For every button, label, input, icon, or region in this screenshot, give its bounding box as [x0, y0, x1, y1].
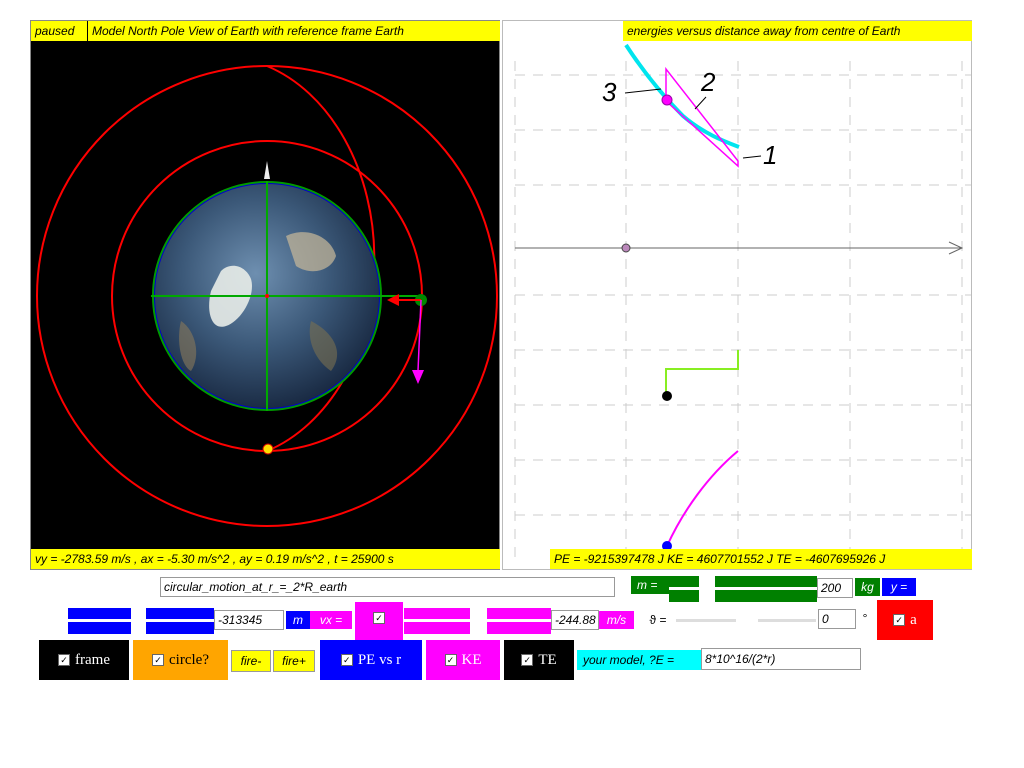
circle-toggle-label: circle? — [169, 651, 209, 668]
energy-graph-panel[interactable]: 1 2 3 — [502, 20, 972, 570]
annotation-3: 3 — [602, 77, 617, 107]
status-label: paused — [31, 21, 87, 41]
velocity-vector — [417, 299, 422, 372]
a-toggle[interactable]: ✓ a — [877, 600, 933, 640]
annotation-1: 1 — [763, 140, 777, 170]
te-toggle-label: TE — [538, 651, 557, 668]
vx-value-field[interactable]: -244.88 — [551, 610, 599, 630]
theta-slider-left[interactable] — [676, 619, 736, 622]
earth-view-canvas[interactable] — [31, 21, 499, 569]
vx-slider[interactable] — [487, 608, 551, 634]
left-panel-title: Model North Pole View of Earth with refe… — [88, 21, 500, 41]
grid-lines — [514, 61, 971, 561]
circle-checkbox[interactable]: ✓ — [152, 654, 165, 666]
mass-slider-left[interactable] — [669, 576, 699, 602]
y-unit: m — [286, 611, 310, 629]
right-panel-title: energies versus distance away from centr… — [623, 21, 972, 41]
frame-checkbox[interactable]: ✓ — [58, 654, 70, 666]
theta-value-field[interactable]: 0 — [818, 609, 856, 629]
theta-unit: ° — [862, 611, 868, 625]
vx-unit: m/s — [599, 611, 634, 629]
rocket-icon — [264, 161, 270, 179]
vx-checkbox[interactable]: ✓ — [373, 612, 385, 624]
velocity-arrowhead-icon — [412, 370, 424, 384]
ke-point — [661, 94, 673, 106]
frame-toggle[interactable]: ✓ frame — [39, 640, 129, 680]
mass-unit: kg — [855, 578, 880, 596]
theta-slider[interactable] — [758, 619, 816, 622]
te-toggle[interactable]: ✓ TE — [504, 640, 574, 680]
y-slider-left[interactable] — [68, 608, 131, 634]
vx-slider-left[interactable] — [404, 608, 470, 634]
te-path — [665, 350, 739, 396]
vx-checkbox-box[interactable]: ✓ — [355, 602, 403, 640]
ke-toggle-label: KE — [461, 651, 482, 668]
origin-marker — [621, 243, 631, 253]
mass-value-field[interactable]: 200 — [817, 578, 853, 598]
frame-toggle-label: frame — [75, 651, 110, 668]
earth-view-panel[interactable] — [30, 20, 500, 570]
fire-minus-button[interactable]: fire- — [231, 650, 271, 672]
vx-label: vx = — [310, 611, 352, 629]
earth-center-point — [265, 294, 269, 298]
ke-curve-lower — [666, 450, 739, 547]
ke-toggle[interactable]: ✓ KE — [426, 640, 500, 680]
y-slider[interactable] — [146, 608, 214, 634]
pe-vs-r-toggle[interactable]: ✓ PE vs r — [320, 640, 422, 680]
a-checkbox[interactable]: ✓ — [893, 614, 906, 626]
mass-label: m = — [631, 576, 669, 594]
y-value-field[interactable]: -313345 — [214, 610, 284, 630]
theta-label: ϑ = — [649, 613, 667, 627]
your-model-field[interactable]: 8*10^16/(2*r) — [701, 648, 861, 670]
right-panel-readout: PE = -9215397478 J KE = 4607701552 J TE … — [550, 549, 972, 569]
ke-checkbox[interactable]: ✓ — [444, 654, 457, 666]
yellow-marker — [262, 443, 274, 455]
fire-plus-button[interactable]: fire+ — [273, 650, 315, 672]
pe-curve — [624, 43, 740, 149]
circle-toggle[interactable]: ✓ circle? — [133, 640, 228, 680]
y-label: y = — [882, 578, 916, 596]
annotation-2: 2 — [700, 67, 716, 97]
mass-slider[interactable] — [715, 576, 817, 602]
pe-checkbox[interactable]: ✓ — [340, 654, 353, 666]
your-model-label: your model, ?E = — [577, 650, 701, 670]
te-point — [662, 391, 672, 401]
pe-toggle-label: PE vs r — [357, 651, 402, 668]
te-checkbox[interactable]: ✓ — [521, 654, 534, 666]
energy-graph-canvas[interactable]: 1 2 3 — [503, 21, 971, 569]
a-toggle-label: a — [910, 611, 917, 628]
model-name-field[interactable]: circular_motion_at_r_=_2*R_earth — [160, 577, 615, 597]
left-panel-readout: vy = -2783.59 m/s , ax = -5.30 m/s^2 , a… — [31, 549, 500, 569]
